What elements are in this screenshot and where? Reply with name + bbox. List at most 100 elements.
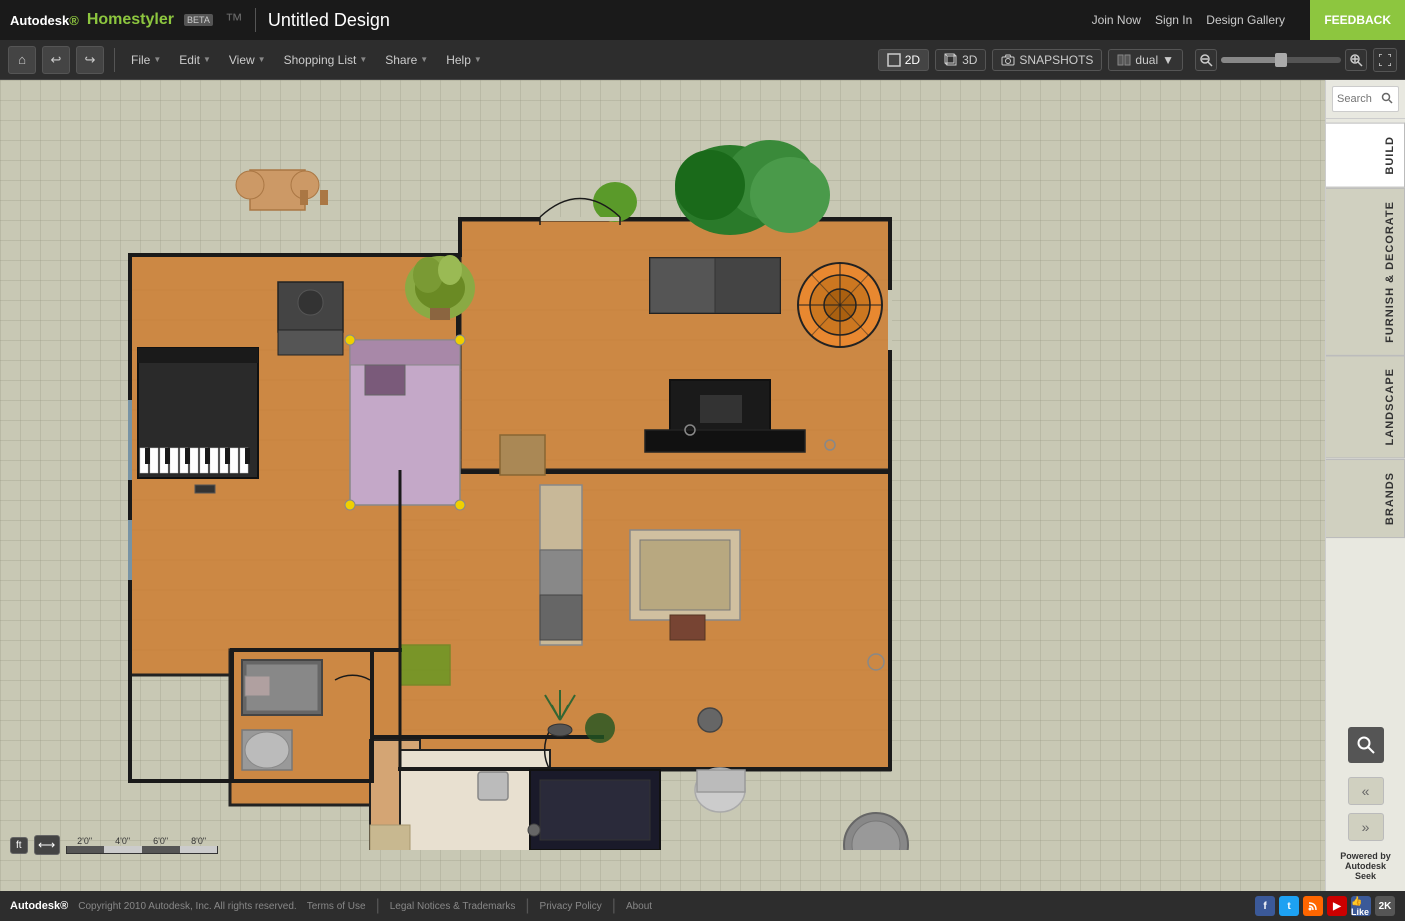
youtube-icon[interactable]: ▶	[1327, 896, 1347, 916]
measure-button[interactable]: ⟷	[34, 835, 60, 855]
redo-button[interactable]: ↪	[76, 46, 104, 74]
bottom-bar: Autodesk® Copyright 2010 Autodesk, Inc. …	[0, 891, 1405, 921]
search-magnify-icon	[1356, 735, 1376, 755]
snapshots-button[interactable]: SNAPSHOTS	[992, 49, 1102, 71]
edit-label: Edit	[179, 53, 200, 67]
autodesk-logo: Autodesk®	[10, 13, 79, 28]
3d-view-button[interactable]: 3D	[935, 49, 986, 71]
tab-landscape[interactable]: LANDSCAPE	[1326, 355, 1405, 458]
tab-brands[interactable]: BRANDS	[1326, 459, 1405, 538]
main-toolbar: ⌂ ↩ ↪ File ▼ Edit ▼ View ▼ Shopping List…	[0, 40, 1405, 80]
share-label: Share	[385, 53, 417, 67]
sidebar-search-area	[1326, 80, 1405, 119]
facebook-icon[interactable]: f	[1255, 896, 1275, 916]
dual-icon	[1117, 54, 1131, 66]
sidebar-tabs: BUILD FURNISH & DECORATE LANDSCAPE BRAND…	[1326, 119, 1405, 721]
legal-link[interactable]: Legal Notices & Trademarks	[390, 901, 516, 912]
copyright-text: Copyright 2010 Autodesk, Inc. All rights…	[78, 901, 296, 912]
home-button[interactable]: ⌂	[8, 46, 36, 74]
view-toggle-area: 2D 3D SNAPSHOTS dual	[878, 48, 1397, 72]
scale-mark-4: 8'0"	[180, 836, 218, 846]
sidebar-bottom-area: « » Powered by Autodesk Seek	[1326, 769, 1405, 891]
scale-bar: ft ⟷ 2'0" 4'0" 6'0" 8'0"	[10, 835, 218, 855]
zoom-in-icon	[1349, 53, 1363, 67]
help-label: Help	[446, 53, 471, 67]
shopping-list-label: Shopping List	[284, 53, 357, 67]
edit-menu[interactable]: Edit ▼	[173, 49, 217, 71]
zoom-in-button[interactable]	[1345, 49, 1367, 71]
autodesk-text: Autodesk	[10, 13, 69, 28]
social-icons: f t ▶ 👍 Like 2K	[1255, 896, 1395, 916]
edit-arrow: ▼	[203, 55, 211, 64]
dual-arrow: ▼	[1162, 53, 1174, 67]
about-link[interactable]: About	[626, 901, 652, 912]
help-arrow: ▼	[474, 55, 482, 64]
rss-icon[interactable]	[1303, 896, 1323, 916]
main-content: ft ⟷ 2'0" 4'0" 6'0" 8'0"	[0, 80, 1405, 891]
design-title[interactable]: Untitled Design	[268, 10, 390, 31]
top-right-nav: Join Now Sign In Design Gallery	[1092, 0, 1285, 40]
sign-in-link[interactable]: Sign In	[1155, 13, 1192, 27]
help-menu[interactable]: Help ▼	[440, 49, 488, 71]
rss-svg	[1308, 901, 1318, 911]
twitter-icon[interactable]: t	[1279, 896, 1299, 916]
2d-view-button[interactable]: 2D	[878, 49, 929, 71]
sidebar-search-button[interactable]	[1378, 89, 1396, 107]
homestyler-logo: Homestyler	[87, 11, 174, 29]
feedback-button[interactable]: FEEDBACK	[1310, 0, 1405, 40]
dual-label: dual	[1135, 53, 1158, 67]
collapse-up-button[interactable]: «	[1348, 777, 1384, 805]
snapshots-label: SNAPSHOTS	[1019, 53, 1093, 67]
view-arrow: ▼	[258, 55, 266, 64]
terms-link[interactable]: Terms of Use	[307, 901, 366, 912]
fullscreen-button[interactable]	[1373, 48, 1397, 72]
tab-furnish-decorate[interactable]: FURNISH & DECORATE	[1326, 188, 1405, 356]
logo-area: Autodesk® Homestyler BETA ™	[10, 10, 243, 31]
design-gallery-link[interactable]: Design Gallery	[1206, 13, 1285, 27]
scale-ruler: 2'0" 4'0" 6'0" 8'0"	[66, 836, 218, 854]
zoom-slider[interactable]	[1221, 57, 1341, 63]
camera-icon	[1001, 54, 1015, 66]
sidebar-bottom-search-button[interactable]	[1348, 727, 1384, 763]
fullscreen-icon	[1379, 54, 1391, 66]
canvas-area[interactable]: ft ⟷ 2'0" 4'0" 6'0" 8'0"	[0, 80, 1325, 891]
3d-icon	[944, 53, 958, 67]
registered-mark: ®	[69, 13, 79, 28]
zoom-fill	[1221, 57, 1281, 63]
scale-mark-2: 4'0"	[104, 836, 142, 846]
dual-view-button[interactable]: dual ▼	[1108, 49, 1183, 71]
zoom-out-button[interactable]	[1195, 49, 1217, 71]
autodesk-footer-logo: Autodesk®	[10, 900, 68, 912]
sep3: |	[612, 897, 616, 915]
like-icon[interactable]: 👍 Like	[1351, 896, 1371, 916]
undo-button[interactable]: ↩	[42, 46, 70, 74]
file-label: File	[131, 53, 150, 67]
file-menu[interactable]: File ▼	[125, 49, 167, 71]
logo-divider	[255, 8, 256, 32]
view-menu[interactable]: View ▼	[223, 49, 272, 71]
2d-label: 2D	[905, 53, 920, 67]
powered-by-text: Powered by Autodesk Seek	[1332, 847, 1399, 885]
scale-mark-3: 6'0"	[142, 836, 180, 846]
scale-mark-1: 2'0"	[66, 836, 104, 846]
join-now-link[interactable]: Join Now	[1092, 13, 1141, 27]
tm-symbol: ™	[225, 10, 243, 31]
file-arrow: ▼	[153, 55, 161, 64]
toolbar-sep-1	[114, 48, 115, 72]
zoom-bar	[1195, 49, 1367, 71]
share-menu[interactable]: Share ▼	[379, 49, 434, 71]
collapse-down-button[interactable]: »	[1348, 813, 1384, 841]
shopping-list-menu[interactable]: Shopping List ▼	[278, 49, 374, 71]
unit-button[interactable]: ft	[10, 837, 28, 854]
2d-icon	[887, 53, 901, 67]
view-label: View	[229, 53, 255, 67]
powered-by-label: Powered by Autodesk Seek	[1340, 851, 1391, 881]
tab-build[interactable]: BUILD	[1326, 123, 1405, 188]
search-icon	[1381, 92, 1393, 104]
privacy-link[interactable]: Privacy Policy	[540, 901, 602, 912]
sep2: |	[525, 897, 529, 915]
top-bar: Autodesk® Homestyler BETA ™ Untitled Des…	[0, 0, 1405, 40]
sep1: |	[376, 897, 380, 915]
2k-icon[interactable]: 2K	[1375, 896, 1395, 916]
zoom-out-icon	[1199, 53, 1213, 67]
